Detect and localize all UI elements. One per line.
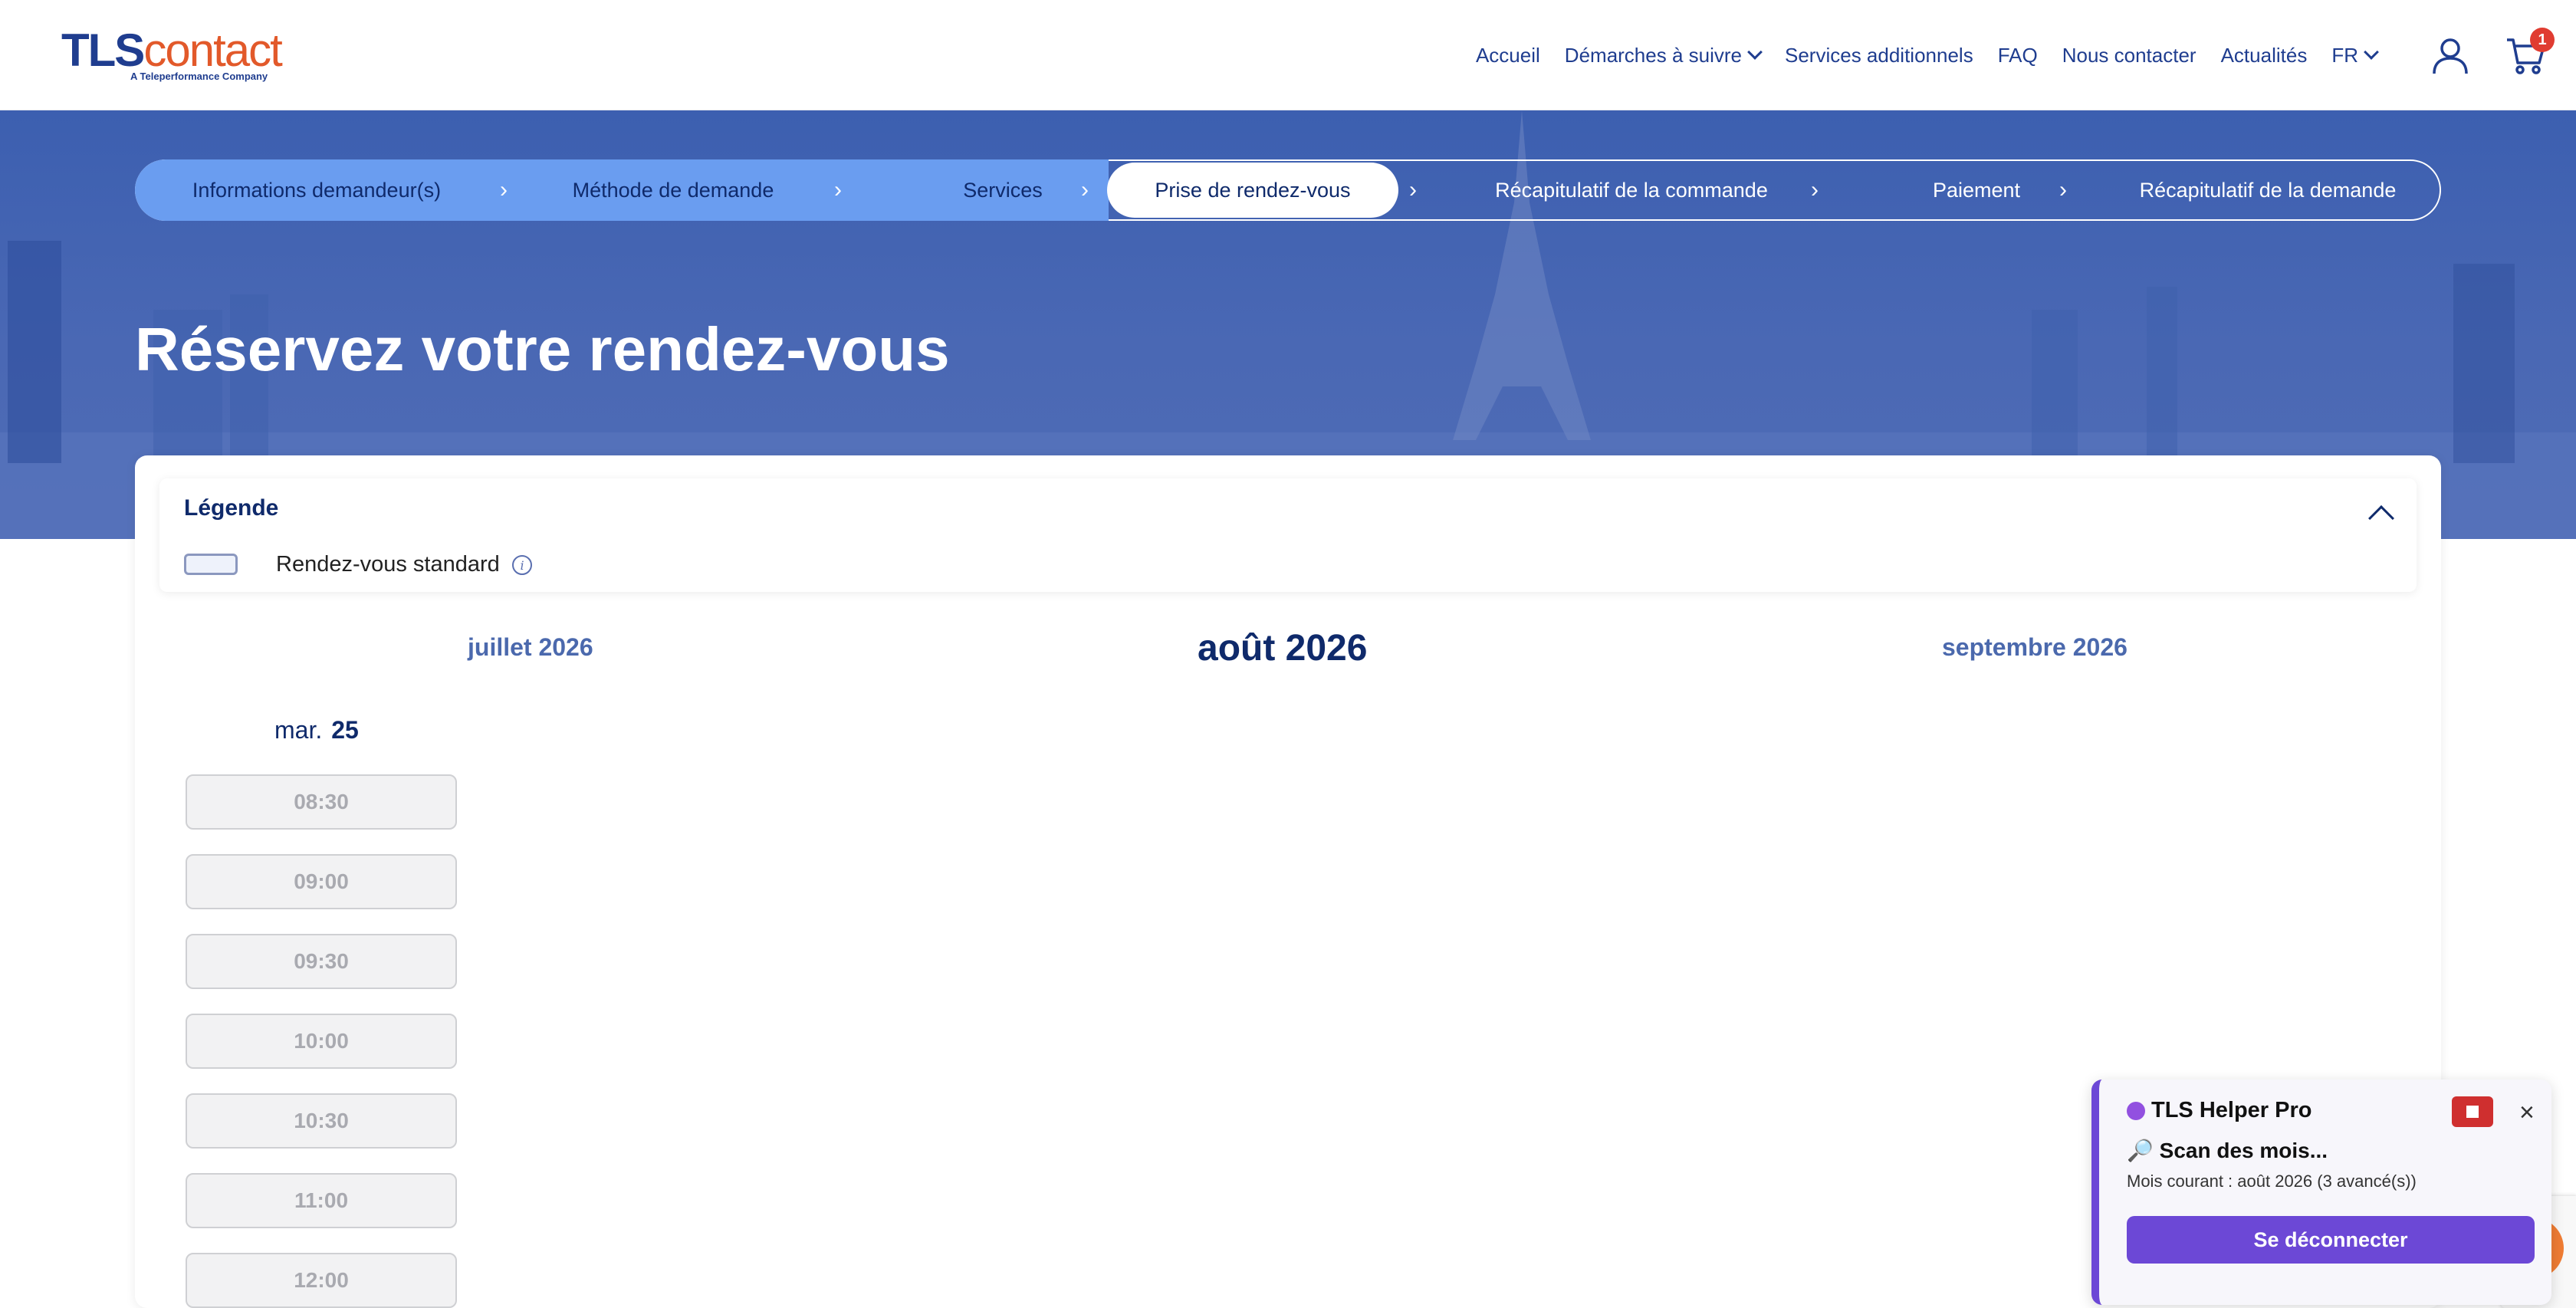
chevron-right-icon: › [834,177,842,202]
site-header: TLScontact A Teleperformance Company Acc… [0,0,2576,110]
chevron-right-icon: › [1081,177,1089,202]
tlscontact-logo[interactable]: TLScontact A Teleperformance Company [61,25,283,83]
chevron-down-icon [2364,44,2379,60]
cart-count-badge: 1 [2530,28,2555,52]
standard-appointment-swatch [184,554,238,575]
time-slot[interactable]: 12:00 [186,1253,457,1308]
time-slot[interactable]: 08:30 [186,774,457,830]
day-number: 25 [331,716,359,744]
step-recapitulatif-commande: Récapitulatif de la commande [1495,178,1768,202]
chevron-right-icon: › [500,177,508,202]
stop-button[interactable] [2452,1096,2493,1127]
nav-actualites[interactable]: Actualités [2221,44,2308,67]
helper-extension-panel: TLS Helper Pro × 🔎 Scan des mois... Mois… [2091,1080,2551,1305]
purple-circle-icon [2127,1101,2145,1120]
step-recapitulatif-demande: Récapitulatif de la demande [2139,178,2397,202]
legend-title: Légende [184,495,279,521]
cart-icon[interactable]: 1 [2505,28,2555,75]
close-icon[interactable]: × [2519,1098,2535,1128]
step-informations-demandeur[interactable]: Informations demandeur(s) [136,161,497,219]
page-title: Réservez votre rendez-vous [135,315,950,383]
main-nav: Accueil Démarches à suivre Services addi… [1476,0,2576,110]
chevron-up-icon[interactable] [2368,505,2394,531]
step-prise-de-rendez-vous[interactable]: Prise de rendez-vous [1107,163,1398,218]
info-icon[interactable]: i [512,555,532,575]
time-slot[interactable]: 09:00 [186,854,457,909]
day-header: mar. 25 [274,716,359,744]
helper-status: 🔎 Scan des mois... [2127,1139,2328,1162]
time-slot[interactable]: 10:00 [186,1014,457,1069]
step-paiement: Paiement [1932,178,2021,202]
nav-demarches[interactable]: Démarches à suivre [1564,43,1763,67]
helper-title-text: TLS Helper Pro [2151,1098,2312,1122]
step-methode-de-demande[interactable]: Méthode de demande [535,161,811,219]
legend-item-standard: Rendez-vous standard [276,552,500,577]
nav-faq[interactable]: FAQ [1998,44,2038,67]
logo-brand-suffix: contact [143,25,282,76]
chevron-right-icon: › [1811,177,1819,202]
nav-demarches-label: Démarches à suivre [1564,43,1742,67]
language-label: FR [2331,43,2358,67]
chevron-right-icon: › [2059,177,2067,202]
chevron-down-icon [1747,44,1763,60]
helper-title: TLS Helper Pro [2127,1098,2312,1123]
language-selector[interactable]: FR [2331,43,2379,67]
current-month-title: août 2026 [1198,628,1368,669]
logo-tagline: A Teleperformance Company [130,71,268,82]
next-month-button[interactable]: septembre 2026 [1942,633,2128,662]
stop-icon [2466,1106,2479,1118]
helper-current-month: Mois courant : août 2026 (3 avancé(s)) [2127,1172,2417,1191]
legend-panel: Légende Rendez-vous standard i [159,478,2417,592]
prev-month-button[interactable]: juillet 2026 [468,633,593,662]
progress-stepper: Informations demandeur(s) › Méthode de d… [135,159,2441,221]
time-slot[interactable]: 09:30 [186,934,457,989]
time-slot[interactable]: 11:00 [186,1173,457,1228]
logo-brand: TLS [61,25,145,76]
user-icon[interactable] [2430,35,2470,75]
nav-nous-contacter[interactable]: Nous contacter [2062,44,2196,67]
day-name: mar. [274,716,323,744]
logout-button[interactable]: Se déconnecter [2127,1216,2535,1264]
chevron-right-icon: › [1409,177,1417,202]
time-slot[interactable]: 10:30 [186,1093,457,1149]
nav-services-additionnels[interactable]: Services additionnels [1785,44,1973,67]
nav-accueil[interactable]: Accueil [1476,44,1540,67]
